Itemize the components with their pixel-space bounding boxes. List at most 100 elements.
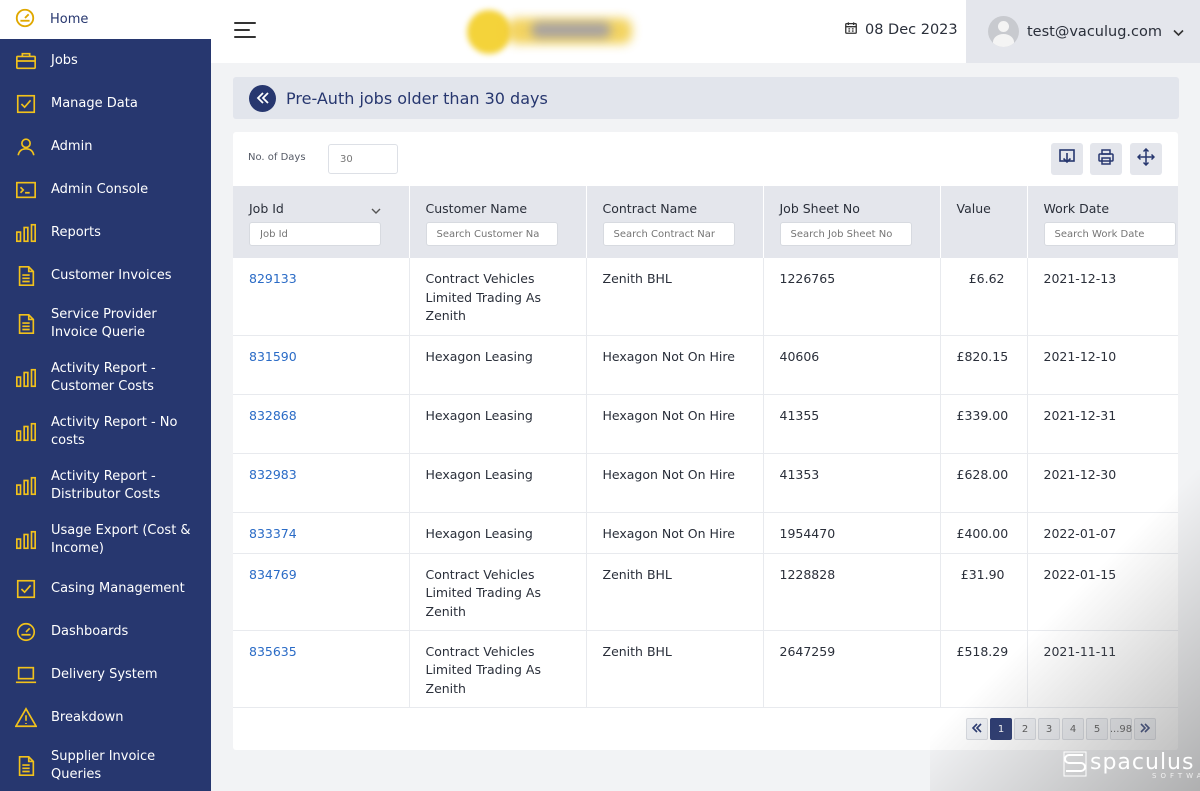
terminal-icon xyxy=(14,178,37,201)
customer-name-filter-input[interactable] xyxy=(425,222,558,246)
job-id-cell[interactable]: 835635 xyxy=(233,630,410,708)
user-menu[interactable]: test@vaculug.com xyxy=(966,0,1200,63)
app-logo xyxy=(461,8,636,54)
sidebar-item-activity-report-customer-costs[interactable]: Activity Report - Customer Costs xyxy=(0,351,211,405)
column-label: Job Id xyxy=(249,201,284,216)
table-row[interactable]: 835635 Contract Vehicles Limited Trading … xyxy=(233,630,1178,708)
page-button-3[interactable]: 3 xyxy=(1038,718,1060,740)
user-icon xyxy=(14,135,37,158)
column-header-customer-name[interactable]: Customer Name xyxy=(409,186,587,258)
table-row[interactable]: 833374 Hexagon Leasing Hexagon Not On Hire… xyxy=(233,512,1178,554)
next-page-button[interactable] xyxy=(1134,718,1156,740)
column-header-work-date[interactable]: Work Date xyxy=(1027,186,1178,258)
page-button-1[interactable]: 1 xyxy=(990,718,1012,740)
sidebar-item-customer-invoices[interactable]: Customer Invoices xyxy=(0,254,211,297)
column-header-contract-name[interactable]: Contract Name xyxy=(586,186,764,258)
calendar-icon xyxy=(844,21,858,39)
sidebar-item-home[interactable]: Home xyxy=(0,0,211,39)
job-id-cell[interactable]: 832868 xyxy=(233,394,410,454)
watermark-text: spaculus xyxy=(1090,750,1195,775)
watermark-subtext: SOFTWARE xyxy=(1152,772,1200,780)
bar-chart-icon xyxy=(14,367,37,390)
sidebar-item-reports[interactable]: Reports xyxy=(0,211,211,254)
sidebar-item-jobs[interactable]: Jobs xyxy=(0,39,211,82)
sidebar-item-admin-console[interactable]: Admin Console xyxy=(0,168,211,211)
customer-name-cell: Hexagon Leasing xyxy=(409,335,587,395)
sidebar-item-breakdown[interactable]: Breakdown xyxy=(0,696,211,739)
value-cell: £628.00 xyxy=(940,453,1028,513)
export-button[interactable] xyxy=(1051,143,1083,175)
sidebar-item-activity-report-distributor-costs[interactable]: Activity Report - Distributor Costs xyxy=(0,459,211,513)
job-id-filter-input[interactable] xyxy=(249,222,381,246)
print-button[interactable] xyxy=(1090,143,1122,175)
job-id-cell[interactable]: 831590 xyxy=(233,335,410,395)
sidebar-item-delivery-system[interactable]: Delivery System xyxy=(0,653,211,696)
table-row[interactable]: 832983 Hexagon Leasing Hexagon Not On Hire… xyxy=(233,453,1178,513)
table-row[interactable]: 832868 Hexagon Leasing Hexagon Not On Hire… xyxy=(233,394,1178,454)
days-label: No. of Days xyxy=(248,152,306,163)
column-label: Contract Name xyxy=(602,201,698,216)
column-header-job-sheet-no[interactable]: Job Sheet No xyxy=(763,186,941,258)
sidebar-item-label: Manage Data xyxy=(51,95,138,111)
work-date-cell: 2021-12-10 xyxy=(1027,335,1178,395)
contract-name-filter-input[interactable] xyxy=(602,222,735,246)
work-date-cell: 2022-01-15 xyxy=(1027,553,1178,631)
sidebar-item-usage-export-cost-income[interactable]: Usage Export (Cost & Income) xyxy=(0,513,211,567)
table-row[interactable]: 831590 Hexagon Leasing Hexagon Not On Hire… xyxy=(233,335,1178,395)
job-sheet-no-cell: 1228828 xyxy=(763,553,941,631)
sidebar-item-manage-data[interactable]: Manage Data xyxy=(0,82,211,125)
job-id-cell[interactable]: 832983 xyxy=(233,453,410,513)
jobs-table: Job Id Customer Name Contract Name Job S… xyxy=(233,186,1178,708)
table-row[interactable]: 834769 Contract Vehicles Limited Trading … xyxy=(233,553,1178,631)
sidebar-item-label: Customer Invoices xyxy=(51,267,172,283)
current-date: 08 Dec 2023 xyxy=(865,22,958,38)
sidebar-item-dashboards[interactable]: Dashboards xyxy=(0,610,211,653)
sidebar-item-service-provider-invoice-querie[interactable]: Service Provider Invoice Querie xyxy=(0,297,211,351)
column-header-job-id[interactable]: Job Id xyxy=(233,186,410,258)
column-label: Value xyxy=(956,201,991,216)
page-button-6[interactable]: ...98 xyxy=(1110,718,1132,740)
page-button-5[interactable]: 5 xyxy=(1086,718,1108,740)
work-date-cell: 2022-01-07 xyxy=(1027,512,1178,554)
page-title: Pre-Auth jobs older than 30 days xyxy=(286,88,548,108)
job-id-cell[interactable]: 829133 xyxy=(233,258,410,336)
sidebar-item-label: Admin xyxy=(51,138,93,154)
prev-page-button[interactable] xyxy=(966,718,988,740)
sidebar-item-activity-report-no-costs[interactable]: Activity Report - No costs xyxy=(0,405,211,459)
watermark-logo-icon xyxy=(1063,751,1087,781)
column-header-value[interactable]: Value xyxy=(940,186,1028,258)
column-label: Customer Name xyxy=(425,201,528,216)
work-date-filter-input[interactable] xyxy=(1043,222,1176,246)
sidebar-item-supplier-invoice-queries[interactable]: Supplier Invoice Queries xyxy=(0,739,211,791)
days-input[interactable] xyxy=(328,144,398,174)
bar-chart-icon xyxy=(14,529,37,552)
chevron-down-icon[interactable] xyxy=(371,203,381,218)
value-cell: £820.15 xyxy=(940,335,1028,395)
page-title-bar: Pre-Auth jobs older than 30 days xyxy=(233,77,1179,119)
back-button[interactable] xyxy=(249,84,276,112)
header-date: 08 Dec 2023 xyxy=(844,21,958,39)
document-icon xyxy=(14,313,37,336)
customer-name-cell: Contract Vehicles Limited Trading As Zen… xyxy=(409,553,587,631)
job-id-cell[interactable]: 834769 xyxy=(233,553,410,631)
sidebar-menu: Jobs Manage Data Admin Admin Console Reports… xyxy=(0,39,211,791)
work-date-cell: 2021-11-11 xyxy=(1027,630,1178,708)
briefcase-icon xyxy=(14,49,37,72)
sidebar-item-admin[interactable]: Admin xyxy=(0,125,211,168)
column-label: Work Date xyxy=(1043,201,1110,216)
table-row[interactable]: 829133 Contract Vehicles Limited Trading … xyxy=(233,258,1178,336)
warning-icon xyxy=(14,706,37,729)
value-cell: £400.00 xyxy=(940,512,1028,554)
job-sheet-no-filter-input[interactable] xyxy=(779,222,912,246)
page-button-2[interactable]: 2 xyxy=(1014,718,1036,740)
page-button-4[interactable]: 4 xyxy=(1062,718,1084,740)
sidebar-item-label: Admin Console xyxy=(51,181,149,197)
hamburger-menu-icon[interactable] xyxy=(234,21,258,41)
move-button[interactable] xyxy=(1130,143,1162,175)
sidebar-item-casing-management[interactable]: Casing Management xyxy=(0,567,211,610)
sidebar-item-label: Home xyxy=(50,12,89,27)
job-sheet-no-cell: 41355 xyxy=(763,394,941,454)
job-id-cell[interactable]: 833374 xyxy=(233,512,410,554)
work-date-cell: 2021-12-13 xyxy=(1027,258,1178,336)
sidebar-item-label: Reports xyxy=(51,224,101,240)
